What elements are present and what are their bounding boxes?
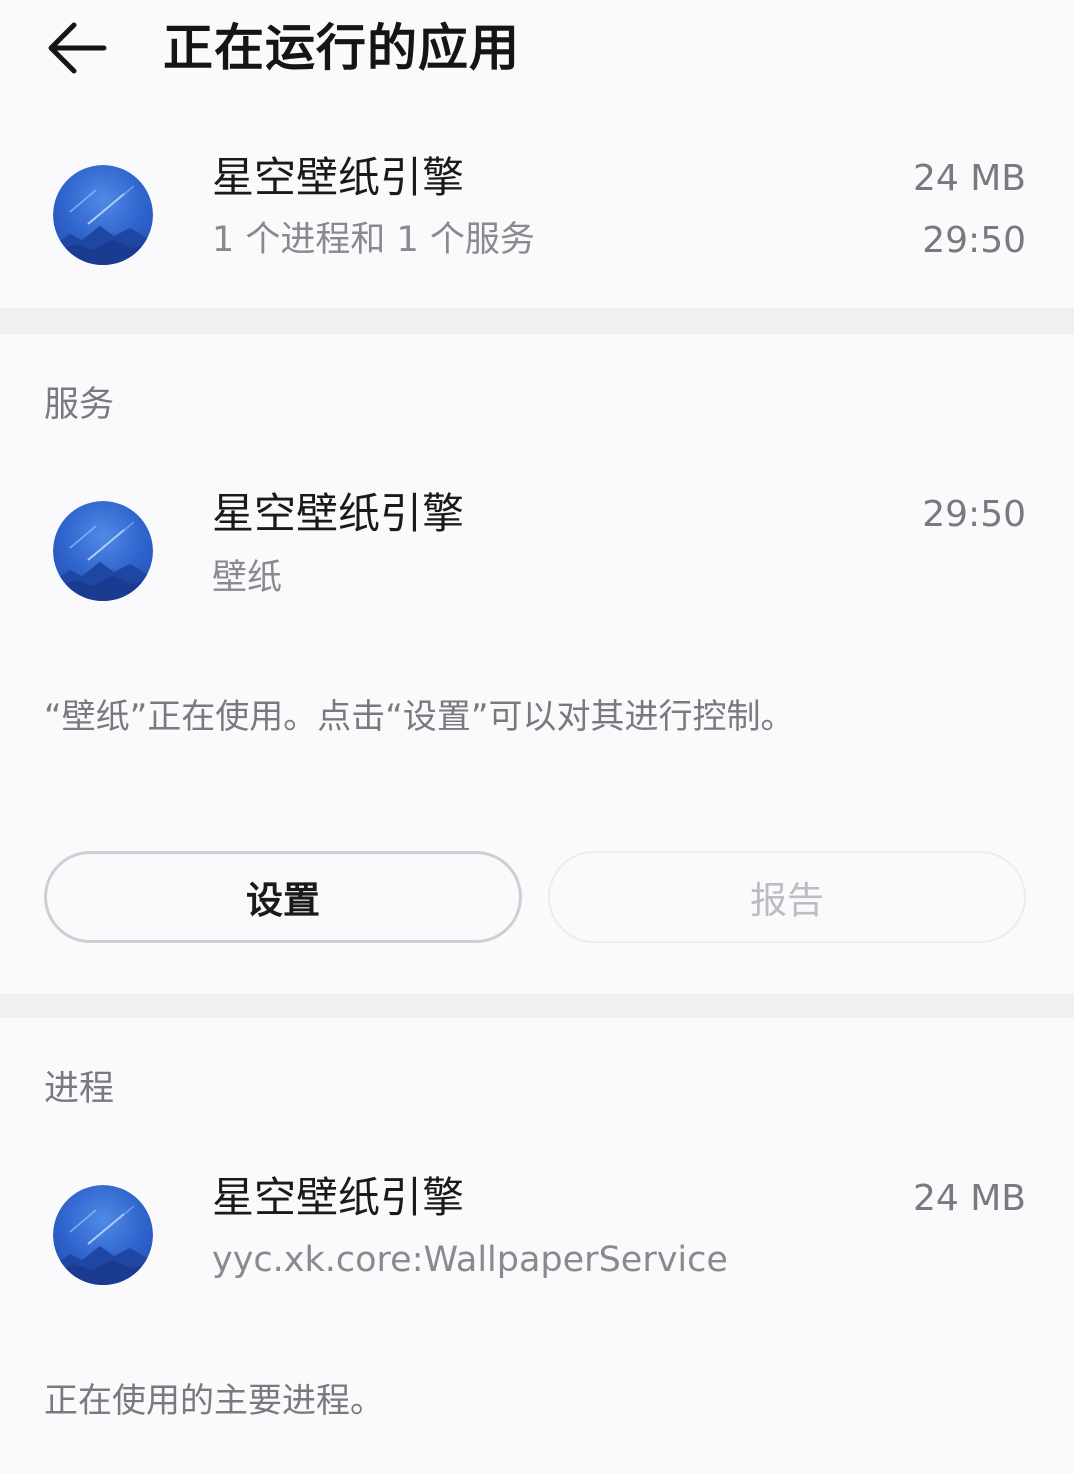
section-divider bbox=[0, 994, 1074, 1018]
process-package-name: yyc.xk.core:WallpaperService bbox=[212, 1240, 728, 1280]
services-section-title: 服务 bbox=[44, 385, 115, 425]
app-bar: 正在运行的应用 bbox=[0, 0, 1074, 110]
starry-sky-app-icon bbox=[52, 1184, 154, 1286]
service-item[interactable]: 星空壁纸引擎 壁纸 29:50 bbox=[0, 474, 1074, 624]
processes-section-title: 进程 bbox=[44, 1069, 115, 1109]
report-button[interactable]: 报告 bbox=[548, 851, 1026, 943]
settings-button[interactable]: 设置 bbox=[44, 851, 522, 943]
app-running-time: 29:50 bbox=[922, 220, 1026, 261]
page-title: 正在运行的应用 bbox=[163, 19, 520, 77]
app-name: 星空壁纸引擎 bbox=[212, 153, 465, 202]
app-process-summary: 1 个进程和 1 个服务 bbox=[212, 220, 535, 260]
arrow-left-icon bbox=[48, 22, 107, 74]
service-description: “壁纸”正在使用。点击“设置”可以对其进行控制。 bbox=[44, 697, 795, 737]
service-running-time: 29:50 bbox=[922, 494, 1026, 535]
process-app-name: 星空壁纸引擎 bbox=[212, 1173, 465, 1222]
service-subtitle: 壁纸 bbox=[212, 558, 283, 598]
processes-section: 进程 星空壁纸引擎 yyc.xk.core:WallpaperService 2… bbox=[0, 1018, 1074, 1474]
process-item[interactable]: 星空壁纸引擎 yyc.xk.core:WallpaperService 24 M… bbox=[0, 1158, 1074, 1308]
service-app-name: 星空壁纸引擎 bbox=[212, 489, 465, 538]
back-button[interactable] bbox=[44, 18, 110, 78]
starry-sky-app-icon bbox=[52, 164, 154, 266]
process-description: 正在使用的主要进程。 bbox=[44, 1381, 384, 1421]
starry-sky-app-icon bbox=[52, 500, 154, 602]
section-divider bbox=[0, 308, 1074, 334]
app-summary-row[interactable]: 星空壁纸引擎 1 个进程和 1 个服务 24 MB 29:50 bbox=[0, 110, 1074, 308]
process-memory: 24 MB bbox=[912, 1178, 1026, 1219]
app-memory: 24 MB bbox=[912, 158, 1026, 199]
